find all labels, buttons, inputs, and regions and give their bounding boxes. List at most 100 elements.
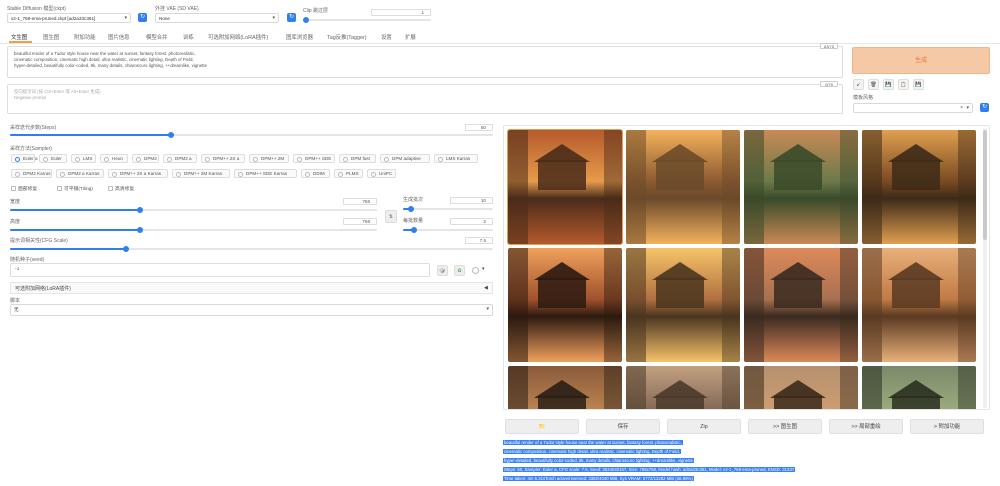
refresh-icon[interactable]: ↻ bbox=[287, 13, 296, 22]
seed-input[interactable] bbox=[10, 263, 430, 277]
send-to-inpaint-button[interactable]: >> 局部重绘 bbox=[829, 419, 903, 434]
lora-accordion[interactable] bbox=[10, 282, 493, 294]
tab-5[interactable]: 训练 bbox=[183, 33, 194, 41]
width-knob[interactable] bbox=[136, 207, 143, 213]
clipboard-icon[interactable]: 📋 bbox=[898, 79, 909, 90]
refresh-icon[interactable]: ↻ bbox=[138, 13, 147, 22]
tab-4[interactable]: 模型合并 bbox=[146, 33, 168, 41]
batch-count-slider[interactable] bbox=[403, 206, 493, 212]
tab-2[interactable]: 附加功能 bbox=[74, 33, 96, 41]
reuse-seed-icon[interactable]: ♻ bbox=[454, 265, 465, 276]
gallery-thumbnail[interactable] bbox=[862, 248, 976, 362]
read-params-icon[interactable]: ↙ bbox=[853, 79, 864, 90]
clip-skip-slider[interactable] bbox=[303, 17, 431, 23]
tab-9[interactable]: 设置 bbox=[381, 33, 392, 41]
sampler-option[interactable]: DPM++ 2M Karras bbox=[172, 169, 230, 178]
gallery-thumbnail[interactable] bbox=[626, 366, 740, 409]
clear-icon[interactable]: × bbox=[960, 105, 963, 111]
sampler-option[interactable]: DPM2 Karras bbox=[11, 169, 52, 178]
clip-skip-knob[interactable] bbox=[303, 17, 309, 23]
sampler-option[interactable]: DPM++ SDE Karras bbox=[234, 169, 297, 178]
batch-count-knob[interactable] bbox=[408, 206, 415, 212]
tab-7[interactable]: 图库浏览器 bbox=[286, 33, 313, 41]
batch-count-number[interactable]: 10 bbox=[450, 197, 493, 204]
generate-button[interactable]: 生成 bbox=[852, 47, 990, 74]
tab-8[interactable]: Tag反推(Tagger) bbox=[327, 33, 367, 41]
batch-size-knob[interactable] bbox=[411, 227, 418, 233]
sampler-option[interactable]: DPM adaptive bbox=[380, 154, 430, 163]
send-to-extras-button[interactable]: > 附加功能 bbox=[910, 419, 984, 434]
option-checkbox[interactable]: 可平铺(Tiling) bbox=[57, 185, 93, 192]
steps-number[interactable]: 50 bbox=[465, 124, 493, 131]
clip-skip-number[interactable]: 1 bbox=[371, 9, 431, 16]
save-style-icon[interactable]: 💾 bbox=[883, 79, 894, 90]
gallery-thumbnail[interactable] bbox=[626, 130, 740, 244]
sampler-option[interactable]: DPM++ 2M bbox=[249, 154, 289, 163]
gallery-thumbnail[interactable] bbox=[626, 248, 740, 362]
tab-10[interactable]: 扩展 bbox=[405, 33, 416, 41]
sampler-option[interactable]: DDIM bbox=[301, 169, 330, 178]
checkpoint-select[interactable]: v2-1_768-ema-pruned.ckpt [ad2a33c361] ▾ bbox=[7, 13, 131, 23]
folder-icon[interactable]: 📁 bbox=[505, 419, 579, 434]
sampler-option[interactable]: DPM2 a Karras bbox=[56, 169, 104, 178]
tab-1[interactable]: 图生图 bbox=[43, 33, 59, 41]
sampler-option[interactable]: Euler a bbox=[11, 154, 38, 163]
sampler-option[interactable]: DPM++ 2S a bbox=[201, 154, 245, 163]
extra-checkbox[interactable] bbox=[472, 267, 479, 274]
gallery-thumbnail[interactable] bbox=[744, 130, 858, 244]
checkbox-icon bbox=[108, 185, 113, 191]
height-slider[interactable] bbox=[10, 227, 377, 233]
tab-0[interactable]: 文生图 bbox=[11, 33, 27, 41]
style-select[interactable]: × ▾ bbox=[853, 103, 973, 113]
width-slider[interactable] bbox=[10, 207, 377, 213]
option-checkbox[interactable]: 面部修复 bbox=[11, 185, 37, 192]
tab-6[interactable]: 可选附加网络(LoRA插件) bbox=[208, 33, 268, 41]
extra-caret-icon[interactable]: ▾ bbox=[482, 266, 485, 272]
refresh-icon[interactable]: ↻ bbox=[980, 103, 989, 112]
send-to-img2img-button[interactable]: >> 图生图 bbox=[748, 419, 822, 434]
collapse-icon[interactable]: ◀ bbox=[484, 285, 488, 291]
gallery-thumbnail[interactable] bbox=[744, 366, 858, 409]
gallery-thumbnail[interactable] bbox=[744, 248, 858, 362]
height-number[interactable]: 768 bbox=[343, 218, 377, 225]
zip-button[interactable]: Zip bbox=[667, 419, 741, 434]
sampler-option[interactable]: DPM2 a bbox=[163, 154, 197, 163]
gallery-thumbnail[interactable] bbox=[507, 129, 623, 245]
sampler-option[interactable]: LMS bbox=[71, 154, 96, 163]
gallery-thumbnail[interactable] bbox=[508, 366, 622, 409]
sampler-option[interactable]: LMS Karras bbox=[434, 154, 478, 163]
negative-prompt-textarea[interactable] bbox=[7, 84, 843, 114]
save-button[interactable]: 保存 bbox=[586, 419, 660, 434]
gallery-thumbnail[interactable] bbox=[508, 248, 622, 362]
height-knob[interactable] bbox=[136, 227, 143, 233]
batch-size-number[interactable]: 2 bbox=[450, 218, 493, 225]
swap-dimensions-icon[interactable]: ⇅ bbox=[385, 210, 397, 223]
sampler-option[interactable]: UniPC bbox=[367, 169, 396, 178]
sampler-option[interactable]: DPM fast bbox=[339, 154, 376, 163]
script-select[interactable]: 无 ▾ bbox=[10, 304, 493, 316]
sampler-option[interactable]: PLMS bbox=[334, 169, 363, 178]
tab-3[interactable]: 图片信息 bbox=[108, 33, 130, 41]
sampler-option[interactable]: Heun bbox=[100, 154, 128, 163]
gallery-scrollbar[interactable] bbox=[983, 128, 987, 408]
cfg-knob[interactable] bbox=[123, 246, 130, 252]
sampler-option[interactable]: Euler bbox=[39, 154, 67, 163]
sampler-option[interactable]: DPM++ SDE bbox=[293, 154, 335, 163]
sampler-option[interactable]: DPM2 bbox=[132, 154, 159, 163]
trash-icon[interactable]: 🗑 bbox=[868, 79, 879, 90]
width-number[interactable]: 768 bbox=[343, 198, 377, 205]
batch-size-slider[interactable] bbox=[403, 227, 493, 233]
cfg-number[interactable]: 7.5 bbox=[465, 237, 493, 244]
cfg-slider[interactable] bbox=[10, 246, 493, 252]
random-seed-icon[interactable]: 🎲 bbox=[437, 265, 448, 276]
gallery-thumbnail[interactable] bbox=[862, 130, 976, 244]
option-checkbox[interactable]: 高清修复 bbox=[108, 185, 134, 192]
sampler-option[interactable]: DPM++ 2S a Karras bbox=[108, 169, 168, 178]
steps-slider[interactable] bbox=[10, 132, 493, 138]
steps-knob[interactable] bbox=[167, 132, 174, 138]
vae-select[interactable]: None ▾ bbox=[155, 13, 279, 23]
gallery-scroll-thumb[interactable] bbox=[983, 130, 987, 240]
vae-value: None bbox=[159, 16, 170, 21]
floppy-icon[interactable]: 💾 bbox=[913, 79, 924, 90]
gallery-thumbnail[interactable] bbox=[862, 366, 976, 409]
